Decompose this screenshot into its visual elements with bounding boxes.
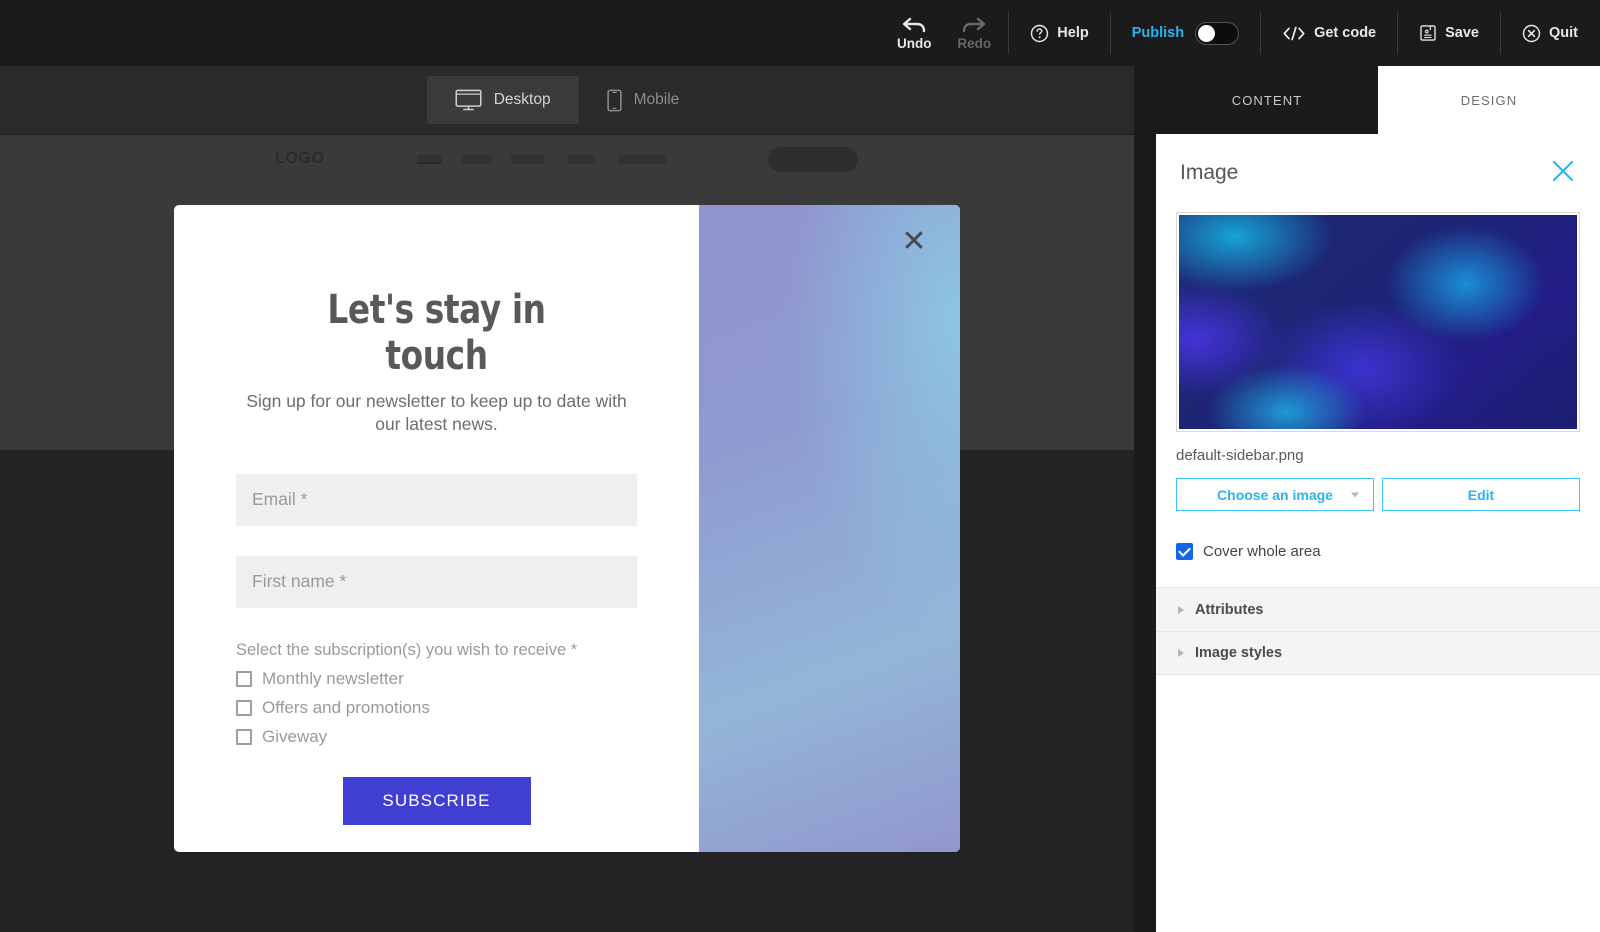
accordion-image-styles-label: Image styles bbox=[1195, 645, 1282, 661]
image-action-buttons: Choose an image Edit bbox=[1176, 478, 1580, 511]
image-preview bbox=[1179, 215, 1577, 429]
tab-content[interactable]: CONTENT bbox=[1156, 66, 1378, 134]
close-x-icon[interactable]: ✕ bbox=[898, 226, 930, 258]
toolbar-divider bbox=[1110, 12, 1111, 54]
toggle-knob bbox=[1198, 25, 1215, 42]
checkbox-label: Offers and promotions bbox=[262, 698, 430, 718]
save-button[interactable]: Save bbox=[1402, 11, 1496, 55]
accordion-attributes-label: Attributes bbox=[1195, 602, 1263, 618]
checkbox-checked-icon[interactable] bbox=[1176, 543, 1193, 560]
tab-content-label: CONTENT bbox=[1232, 93, 1303, 108]
checkbox-label: Giveway bbox=[262, 727, 327, 747]
edit-image-button[interactable]: Edit bbox=[1382, 478, 1580, 511]
device-segmented-control: Desktop Mobile bbox=[427, 76, 708, 124]
chevron-right-icon bbox=[1178, 649, 1184, 657]
subscription-group-label: Select the subscription(s) you wish to r… bbox=[236, 641, 637, 660]
floppy-disk-icon bbox=[1419, 24, 1437, 42]
get-code-button[interactable]: Get code bbox=[1265, 11, 1393, 55]
panel-tabbar: CONTENT DESIGN bbox=[1156, 66, 1600, 134]
subscribe-row: SUBSCRIBE bbox=[236, 777, 637, 825]
top-toolbar: Undo Redo Help Publish Get code bbox=[0, 0, 1600, 66]
checkbox-giveway[interactable]: Giveway bbox=[236, 727, 637, 747]
nav-stub-1 bbox=[417, 155, 442, 164]
publish-toggle[interactable] bbox=[1195, 22, 1239, 45]
email-field[interactable]: Email * bbox=[236, 474, 637, 526]
undo-arrow-icon bbox=[901, 15, 927, 35]
tab-design[interactable]: DESIGN bbox=[1378, 66, 1600, 134]
redo-label: Redo bbox=[957, 36, 991, 51]
app-root: Undo Redo Help Publish Get code bbox=[0, 0, 1600, 932]
image-filename: default-sidebar.png bbox=[1176, 447, 1600, 464]
cover-whole-area-label: Cover whole area bbox=[1203, 543, 1321, 560]
panel-header: Image bbox=[1156, 134, 1600, 188]
popup-subtitle: Sign up for our newsletter to keep up to… bbox=[236, 390, 637, 437]
site-logo: LOGO bbox=[275, 150, 325, 168]
chevron-down-icon bbox=[1351, 492, 1359, 497]
question-circle-icon bbox=[1030, 24, 1049, 43]
panel-accordions: Attributes Image styles bbox=[1156, 587, 1600, 675]
choose-an-image-button[interactable]: Choose an image bbox=[1176, 478, 1374, 511]
nav-stub-2 bbox=[462, 155, 492, 164]
device-tab-mobile[interactable]: Mobile bbox=[579, 76, 708, 124]
quit-label: Quit bbox=[1549, 25, 1578, 41]
email-field-placeholder: Email * bbox=[252, 489, 307, 510]
tab-design-label: DESIGN bbox=[1461, 93, 1517, 108]
checkbox-box[interactable] bbox=[236, 729, 252, 745]
undo-label: Undo bbox=[897, 36, 932, 51]
edit-image-label: Edit bbox=[1468, 487, 1494, 503]
nav-cta-pill bbox=[768, 147, 858, 172]
panel-rail bbox=[1134, 66, 1156, 932]
toolbar-divider bbox=[1008, 12, 1009, 54]
nav-stub-5 bbox=[618, 155, 666, 164]
toolbar-divider bbox=[1500, 12, 1501, 54]
checkbox-label: Monthly newsletter bbox=[262, 669, 404, 689]
subscribe-button[interactable]: SUBSCRIBE bbox=[343, 777, 531, 825]
toolbar-divider bbox=[1397, 12, 1398, 54]
editor-canvas[interactable]: LOGO Let's stay in touch Sign up for our… bbox=[0, 134, 1134, 932]
image-preview-frame[interactable] bbox=[1176, 212, 1580, 432]
popup-form: Let's stay in touch Sign up for our news… bbox=[174, 205, 699, 852]
accordion-attributes[interactable]: Attributes bbox=[1156, 587, 1600, 631]
checkbox-box[interactable] bbox=[236, 700, 252, 716]
phone-icon bbox=[607, 89, 622, 112]
help-label: Help bbox=[1057, 25, 1088, 41]
circle-x-icon bbox=[1522, 24, 1541, 43]
nav-stub-3 bbox=[511, 155, 544, 164]
publish-label: Publish bbox=[1132, 25, 1184, 41]
accordion-image-styles[interactable]: Image styles bbox=[1156, 631, 1600, 675]
redo-arrow-icon bbox=[961, 15, 987, 35]
publish-toggle-group[interactable]: Publish bbox=[1115, 22, 1256, 45]
quit-button[interactable]: Quit bbox=[1505, 11, 1600, 55]
monitor-icon bbox=[455, 89, 482, 111]
image-settings-panel: Image default-sidebar.png Choose an imag… bbox=[1156, 134, 1600, 932]
popup-title: Let's stay in touch bbox=[272, 287, 601, 379]
device-tab-mobile-label: Mobile bbox=[634, 91, 680, 109]
code-brackets-icon bbox=[1282, 25, 1306, 42]
cover-whole-area-checkbox[interactable]: Cover whole area bbox=[1176, 543, 1600, 560]
checkbox-box[interactable] bbox=[236, 671, 252, 687]
save-label: Save bbox=[1445, 25, 1479, 41]
choose-an-image-label: Choose an image bbox=[1217, 487, 1333, 503]
device-tab-desktop[interactable]: Desktop bbox=[427, 76, 579, 124]
nav-stub-4 bbox=[568, 155, 595, 164]
help-button[interactable]: Help bbox=[1013, 11, 1105, 55]
undo-button[interactable]: Undo bbox=[884, 5, 944, 61]
device-switch-bar: Desktop Mobile bbox=[0, 66, 1134, 134]
checkbox-offers-promotions[interactable]: Offers and promotions bbox=[236, 698, 637, 718]
first-name-field-placeholder: First name * bbox=[252, 571, 346, 592]
checkbox-monthly-newsletter[interactable]: Monthly newsletter bbox=[236, 669, 637, 689]
close-x-icon[interactable] bbox=[1550, 158, 1576, 188]
redo-button[interactable]: Redo bbox=[944, 5, 1004, 61]
device-tab-desktop-label: Desktop bbox=[494, 91, 551, 109]
chevron-right-icon bbox=[1178, 606, 1184, 614]
panel-title: Image bbox=[1180, 161, 1238, 185]
toolbar-divider bbox=[1260, 12, 1261, 54]
newsletter-popup[interactable]: Let's stay in touch Sign up for our news… bbox=[174, 205, 960, 852]
get-code-label: Get code bbox=[1314, 25, 1376, 41]
mock-site-header: LOGO bbox=[0, 134, 1134, 183]
first-name-field[interactable]: First name * bbox=[236, 556, 637, 608]
popup-sidebar-image[interactable]: ✕ bbox=[699, 205, 960, 852]
